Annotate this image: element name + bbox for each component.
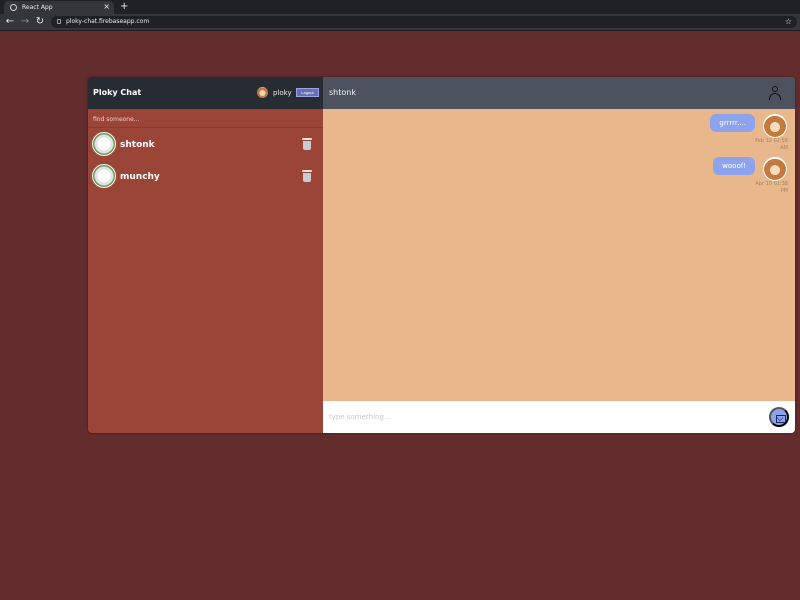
tab-close-icon[interactable]: × — [103, 1, 110, 13]
browser-toolbar: ← → ↻ ploky-chat.firebaseapp.com ☆ — [0, 14, 800, 31]
chat-app: Ploky Chat ploky Logout shtonk munchy sh… — [88, 77, 795, 433]
message-avatar — [763, 157, 787, 181]
forward-button[interactable]: → — [19, 16, 31, 28]
contact-item-munchy[interactable]: munchy — [88, 162, 323, 192]
chat-partner-name: shtonk — [329, 88, 356, 97]
tab-title: React App — [22, 4, 53, 11]
lock-icon — [57, 19, 61, 24]
message-timestamp: Apr 10 01:38 PM — [755, 181, 788, 194]
app-brand: Ploky Chat — [93, 88, 142, 97]
sidebar-header: Ploky Chat ploky Logout — [88, 77, 323, 109]
browser-tabstrip: React App × + — [0, 0, 800, 14]
contact-search — [88, 110, 323, 128]
contact-name: munchy — [120, 172, 160, 182]
back-button[interactable]: ← — [4, 16, 16, 28]
message-avatar — [763, 114, 787, 138]
chat-panel: shtonk grrrrr.... Feb 12 02:56 AM wooof!… — [323, 77, 795, 433]
sidebar: Ploky Chat ploky Logout shtonk munchy — [88, 77, 323, 433]
chat-header: shtonk — [323, 77, 795, 109]
message-bubble: wooof! — [713, 157, 755, 175]
trash-icon[interactable] — [302, 170, 312, 182]
user-profile-icon[interactable] — [768, 86, 782, 100]
url-text[interactable]: ploky-chat.firebaseapp.com — [66, 16, 149, 28]
reload-button[interactable]: ↻ — [34, 16, 46, 28]
bookmark-star-icon[interactable]: ☆ — [785, 16, 792, 28]
browser-tab[interactable]: React App × — [4, 1, 114, 14]
contact-name: shtonk — [120, 140, 155, 150]
contact-avatar — [92, 132, 116, 156]
message-input[interactable] — [323, 401, 763, 433]
message: grrrrr.... Feb 12 02:56 AM — [591, 114, 791, 151]
contact-avatar — [92, 164, 116, 188]
message-timestamp: Feb 12 02:56 AM — [755, 138, 788, 151]
globe-icon — [10, 4, 17, 11]
current-user-avatar — [257, 87, 268, 98]
message-composer — [323, 401, 795, 433]
search-input[interactable] — [88, 110, 323, 128]
current-username: ploky — [273, 89, 292, 97]
message-bubble: grrrrr.... — [710, 114, 755, 132]
send-button[interactable] — [769, 407, 789, 427]
address-bar[interactable]: ploky-chat.firebaseapp.com ☆ — [51, 16, 797, 28]
message: wooof! Apr 10 01:38 PM — [591, 157, 791, 194]
logout-button[interactable]: Logout — [296, 88, 319, 97]
new-tab-button[interactable]: + — [120, 0, 128, 14]
trash-icon[interactable] — [302, 138, 312, 150]
contact-item-shtonk[interactable]: shtonk — [88, 130, 323, 160]
